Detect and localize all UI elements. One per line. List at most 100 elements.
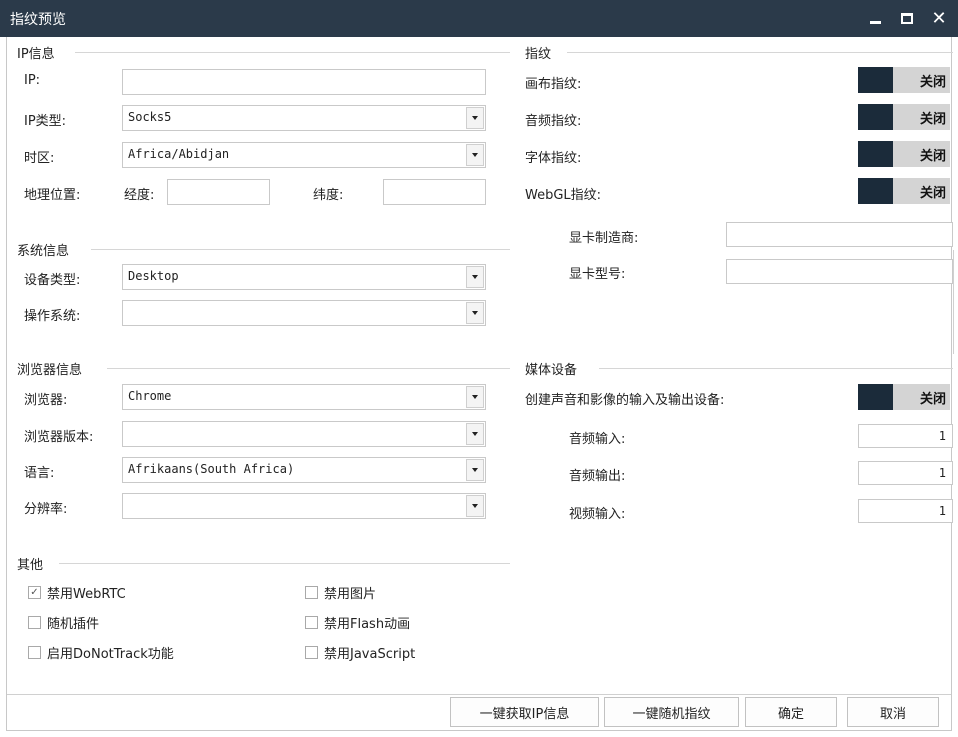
fingerprint-section-title: 指纹 [525,47,552,62]
browser-version-label: 浏览器版本: [24,430,94,445]
no-js-checkbox[interactable]: 禁用JavaScript [305,643,415,662]
checkbox-box[interactable] [305,586,318,599]
ok-button[interactable]: 确定 [745,697,837,727]
random-fingerprint-button[interactable]: 一键随机指纹 [604,697,739,727]
webgl-fp-label: WebGL指纹: [525,188,602,203]
minimize-icon[interactable] [863,6,887,30]
canvas-fp-toggle[interactable]: 关闭 [858,67,950,93]
divider [91,249,510,250]
device-type-value: Desktop [128,269,179,283]
divider [75,52,510,53]
browser-select[interactable]: Chrome [122,384,486,410]
system-section-title: 系统信息 [17,244,70,259]
canvas-fp-state: 关闭 [919,75,946,90]
language-label: 语言: [24,466,55,481]
ip-type-label: IP类型: [24,114,67,129]
chevron-down-icon[interactable] [466,144,484,166]
webgl-fp-toggle[interactable]: 关闭 [858,178,950,204]
timezone-select[interactable]: Africa/Abidjan [122,142,486,168]
language-select[interactable]: Afrikaans(South Africa) [122,457,486,483]
latitude-input[interactable] [383,179,486,205]
window-title: 指纹预览 [10,12,66,28]
divider [953,250,954,354]
canvas-fp-label: 画布指纹: [525,77,582,92]
dnt-checkbox[interactable]: 启用DoNotTrack功能 [28,643,174,662]
audio-output-label: 音频输出: [569,469,626,484]
gpu-model-label: 显卡型号: [569,267,626,282]
chevron-down-icon[interactable] [466,495,484,517]
font-fp-state: 关闭 [919,149,946,164]
webrtc-checkbox[interactable]: ✓ 禁用WebRTC [28,583,126,602]
ip-type-select[interactable]: Socks5 [122,105,486,131]
create-devices-label: 创建声音和影像的输入及输出设备: [525,393,725,408]
audio-fp-state: 关闭 [919,112,946,127]
chevron-down-icon[interactable] [466,423,484,445]
no-flash-label: 禁用Flash动画 [324,617,411,632]
chevron-down-icon[interactable] [466,302,484,324]
divider [599,368,953,369]
divider [107,368,510,369]
fingerprint-section-header: 指纹 [525,43,953,63]
no-flash-checkbox[interactable]: 禁用Flash动画 [305,613,410,632]
divider [567,52,953,53]
media-section-title: 媒体设备 [525,363,578,378]
browser-version-select[interactable] [122,421,486,447]
title-bar: 指纹预览 ✕ [0,0,958,37]
no-images-label: 禁用图片 [324,587,377,602]
audio-input-field[interactable]: 1 [858,424,953,448]
media-section-header: 媒体设备 [525,359,953,379]
webgl-fp-state: 关闭 [919,186,946,201]
create-devices-toggle[interactable]: 关闭 [858,384,950,410]
ip-section-header: IP信息 [17,43,510,63]
os-label: 操作系统: [24,309,81,324]
close-icon[interactable]: ✕ [927,6,951,30]
ip-type-value: Socks5 [128,110,172,124]
font-fp-label: 字体指纹: [525,151,582,166]
os-select[interactable] [122,300,486,326]
checkbox-box[interactable] [305,646,318,659]
random-plugins-label: 随机插件 [47,617,100,632]
ip-input[interactable] [122,69,486,95]
webrtc-label: 禁用WebRTC [47,587,126,602]
latitude-label: 纬度: [313,188,344,203]
system-section-header: 系统信息 [17,240,510,260]
audio-fp-toggle[interactable]: 关闭 [858,104,950,130]
video-input-field[interactable]: 1 [858,499,953,523]
gpu-vendor-input[interactable] [726,222,953,247]
chevron-down-icon[interactable] [466,386,484,408]
get-ip-button[interactable]: 一键获取IP信息 [450,697,599,727]
timezone-label: 时区: [24,151,55,166]
device-type-label: 设备类型: [24,273,81,288]
create-devices-state: 关闭 [919,392,946,407]
maximize-icon[interactable] [895,6,919,30]
ip-label: IP: [24,73,41,88]
audio-input-label: 音频输入: [569,432,626,447]
chevron-down-icon[interactable] [466,107,484,129]
font-fp-toggle[interactable]: 关闭 [858,141,950,167]
audio-output-field[interactable]: 1 [858,461,953,485]
browser-value: Chrome [128,389,172,403]
ip-section-title: IP信息 [17,47,55,62]
checkmark-icon[interactable]: ✓ [28,586,41,599]
gpu-model-input[interactable] [726,259,953,284]
dnt-label: 启用DoNotTrack功能 [47,647,174,662]
browser-section-title: 浏览器信息 [17,363,83,378]
cancel-button[interactable]: 取消 [847,697,939,727]
no-js-label: 禁用JavaScript [324,647,416,662]
language-value: Afrikaans(South Africa) [128,462,295,476]
device-type-select[interactable]: Desktop [122,264,486,290]
resolution-select[interactable] [122,493,486,519]
browser-label: 浏览器: [24,393,68,408]
other-section-header: 其他 [17,554,510,574]
longitude-input[interactable] [167,179,270,205]
no-images-checkbox[interactable]: 禁用图片 [305,583,376,602]
checkbox-box[interactable] [28,616,41,629]
chevron-down-icon[interactable] [466,459,484,481]
random-plugins-checkbox[interactable]: 随机插件 [28,613,99,632]
checkbox-box[interactable] [305,616,318,629]
divider [59,563,510,564]
checkbox-box[interactable] [28,646,41,659]
audio-fp-label: 音频指纹: [525,114,582,129]
resolution-label: 分辨率: [24,502,68,517]
chevron-down-icon[interactable] [466,266,484,288]
